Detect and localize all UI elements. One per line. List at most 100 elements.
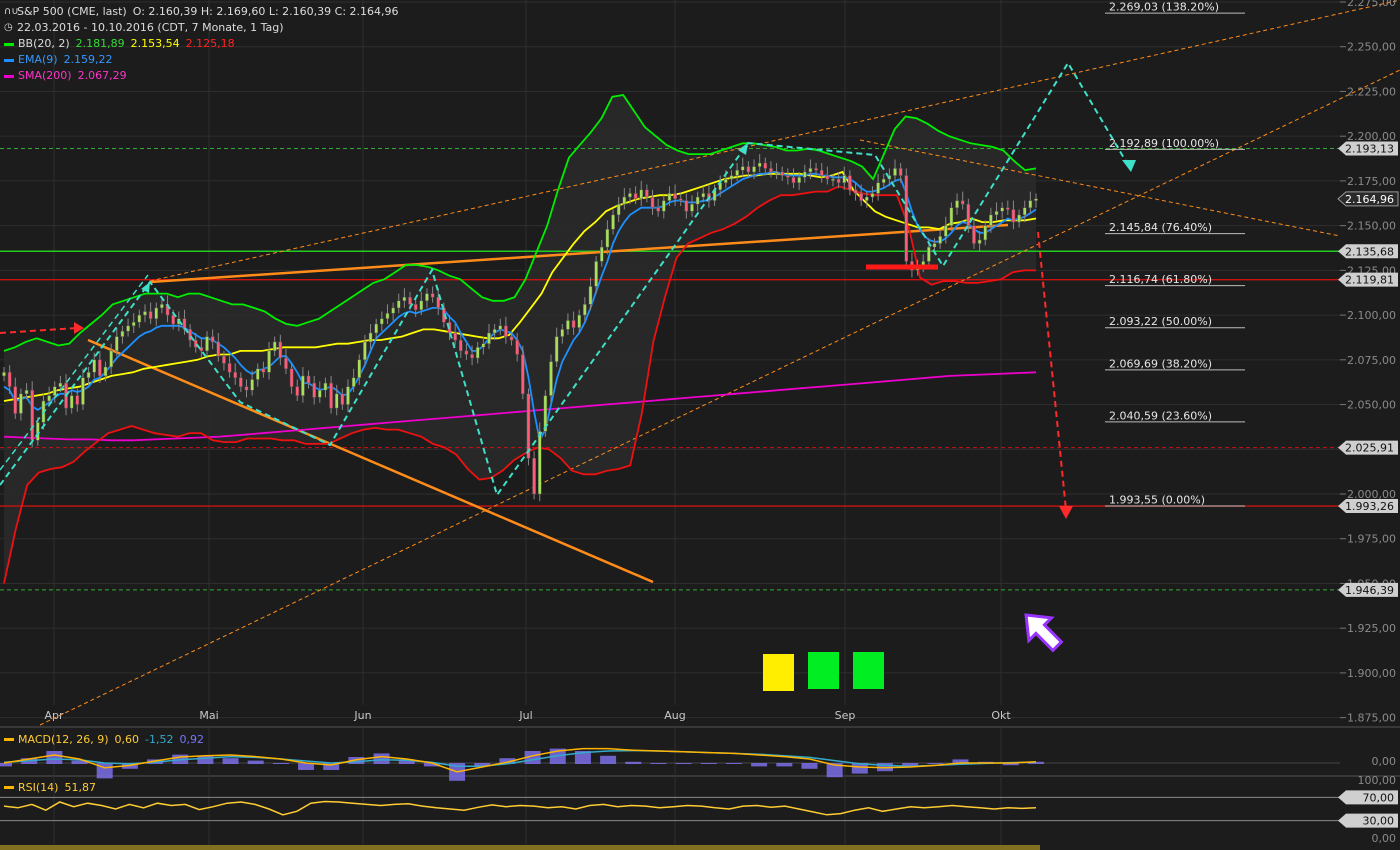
candle-down — [7, 372, 12, 387]
candle-up — [368, 332, 373, 343]
candle-down — [633, 193, 638, 200]
price-axis-label: 2.250,00 — [1347, 41, 1396, 54]
macd-histogram-bar — [222, 758, 239, 764]
macd-histogram-bar — [46, 751, 63, 764]
candle-up — [425, 293, 429, 302]
candle-up — [566, 320, 570, 330]
legend-sma-row[interactable]: SMA(200) 2.067,29 — [4, 68, 399, 84]
candle-up — [385, 313, 390, 319]
candle-up — [92, 359, 97, 373]
legend-ema-row[interactable]: EMA(9) 2.159,22 — [4, 52, 399, 68]
fib-level-label: 2.192,89 (100.00%) — [1109, 137, 1219, 150]
candle-up — [1034, 198, 1038, 201]
month-label: Aug — [664, 709, 685, 722]
candle-up — [876, 182, 880, 194]
candle-down — [791, 177, 796, 183]
candle-up — [639, 189, 644, 200]
candle-up — [498, 325, 503, 330]
macd-label: MACD(12, 26, 9) — [18, 733, 109, 746]
ema-name: EMA(9) — [18, 53, 58, 66]
candle-down — [786, 175, 790, 178]
rsi-legend[interactable]: RSI(14) 51,87 — [4, 781, 96, 794]
candle-down — [148, 311, 153, 319]
candle-up — [86, 372, 91, 378]
candle-up — [865, 196, 869, 201]
candle-down — [171, 314, 175, 325]
ohlc-values: O: 2.160,39 H: 2.169,60 L: 2.160,39 C: 2… — [132, 5, 399, 18]
macd-legend[interactable]: MACD(12, 26, 9) 0,60 -1,52 0,92 — [4, 733, 204, 746]
candle-down — [972, 225, 976, 244]
candle-up — [729, 175, 734, 180]
chart-type-icon: ∩∪ — [4, 6, 19, 17]
ema-swatch — [4, 58, 14, 62]
macd-histogram-bar — [675, 763, 692, 764]
candle-down — [898, 168, 903, 176]
legend-bb-row[interactable]: BB(20, 2) 2.181,89 2.153,54 2.125,18 — [4, 36, 399, 52]
candle-down — [193, 339, 198, 348]
chart-legend: ∩∪ S&P 500 (CME, last) O: 2.160,39 H: 2.… — [4, 4, 399, 84]
candle-up — [103, 366, 108, 377]
bb-swatch — [4, 42, 14, 46]
candle-up — [2, 372, 6, 377]
candle-up — [487, 332, 491, 344]
price-axis-label: 2.150,00 — [1347, 220, 1396, 233]
candle-up — [363, 341, 367, 361]
macd-histogram-bar — [650, 763, 667, 764]
candle-up — [492, 329, 497, 334]
price-tag-label: 2.119,81 — [1345, 274, 1394, 287]
bb-upper-value: 2.181,89 — [75, 37, 125, 50]
macd-histogram-bar — [197, 755, 214, 764]
candle-down — [278, 341, 283, 359]
price-axis-label: 2.075,00 — [1347, 354, 1396, 367]
candle-down — [261, 368, 266, 373]
candle-down — [239, 377, 243, 387]
price-tag-label: 2.135,68 — [1345, 245, 1394, 258]
instrument-name: S&P 500 (CME, last) — [17, 5, 127, 18]
candle-down — [470, 354, 474, 359]
candle-down — [13, 386, 18, 414]
date-range: 22.03.2016 - 10.10.2016 (CDT, 7 Monate, … — [17, 21, 284, 34]
candle-up — [921, 261, 926, 266]
candle-down — [98, 359, 102, 377]
candle-up — [272, 341, 277, 352]
price-tag-label: 2.164,96 — [1345, 193, 1394, 206]
macd-signal-value: -1,52 — [145, 733, 174, 746]
candle-up — [154, 307, 159, 319]
price-axis-label: 1.925,00 — [1347, 622, 1396, 635]
fib-level-label: 2.069,69 (38.20%) — [1109, 357, 1212, 370]
candle-up — [927, 246, 931, 262]
price-tag-label: 2.025,91 — [1345, 442, 1394, 455]
candle-up — [346, 386, 350, 405]
candle-down — [673, 193, 677, 200]
price-axis-label: 1.975,00 — [1347, 533, 1396, 546]
candle-down — [340, 393, 345, 405]
candle-up — [690, 203, 694, 212]
green-square — [853, 652, 884, 689]
bottom-indicator-strip — [0, 845, 1040, 850]
macd-histogram-bar — [700, 763, 717, 764]
candle-up — [616, 203, 621, 216]
candle-down — [966, 203, 971, 226]
month-label: Jun — [353, 709, 371, 722]
sma-name: SMA(200) — [18, 69, 72, 82]
candle-down — [769, 168, 773, 173]
sma-value: 2.067,29 — [77, 69, 127, 82]
price-axis-label: 2.200,00 — [1347, 130, 1396, 143]
price-axis-label: 2.000,00 — [1347, 488, 1396, 501]
fib-level-label: 2.145,84 (76.40%) — [1109, 221, 1212, 234]
candle-up — [1022, 207, 1027, 216]
candle-down — [684, 200, 689, 212]
candle-up — [554, 336, 559, 362]
candle-up — [47, 395, 51, 402]
fib-level-label: 2.269,03 (138.20%) — [1109, 1, 1219, 14]
candle-up — [774, 171, 779, 174]
candle-up — [667, 193, 672, 201]
candle-down — [678, 198, 683, 201]
macd-histogram-bar — [373, 753, 390, 764]
candle-up — [549, 361, 553, 396]
rsi-axis-label: 0,00 — [1372, 832, 1397, 845]
price-tag-label: 1.946,39 — [1345, 584, 1394, 597]
candle-down — [1006, 207, 1010, 210]
candle-up — [989, 214, 993, 226]
candle-up — [870, 193, 875, 198]
